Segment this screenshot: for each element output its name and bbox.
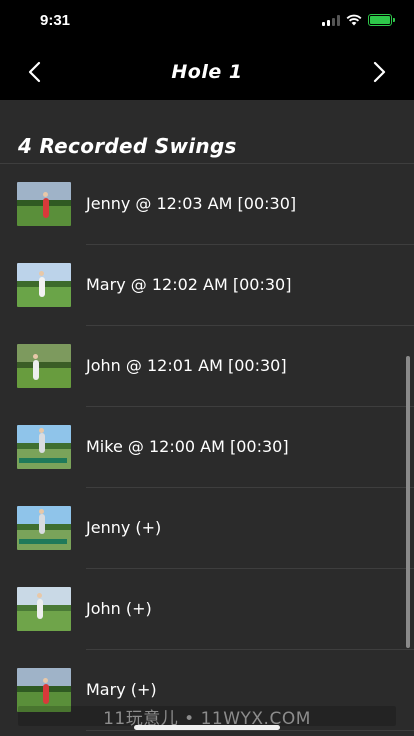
swing-label: Mary @ 12:02 AM [00:30] bbox=[86, 275, 292, 294]
scrollbar[interactable] bbox=[406, 356, 410, 648]
swings-list: Jenny @ 12:03 AM [00:30] Mary @ 12:02 AM… bbox=[0, 164, 414, 731]
section-header: 4 Recorded Swings bbox=[18, 134, 237, 158]
swing-row[interactable]: John @ 12:01 AM [00:30] bbox=[0, 326, 414, 407]
home-indicator[interactable] bbox=[134, 725, 280, 730]
swing-row[interactable]: Jenny (+) bbox=[0, 488, 414, 569]
swing-thumbnail bbox=[17, 425, 71, 469]
battery-charging-icon bbox=[368, 14, 395, 26]
swings-list-view[interactable]: 4 Recorded Swings Jenny @ 12:03 AM [00:3… bbox=[0, 100, 414, 736]
status-time: 9:31 bbox=[40, 12, 71, 29]
wifi-icon bbox=[346, 14, 362, 26]
swing-thumbnail bbox=[17, 587, 71, 631]
cellular-signal-icon bbox=[322, 14, 340, 26]
swing-label: John @ 12:01 AM [00:30] bbox=[86, 356, 287, 375]
swing-label: Mary (+) bbox=[86, 680, 157, 699]
swing-label: John (+) bbox=[86, 599, 152, 618]
page-title: Hole 1 bbox=[171, 61, 243, 83]
nav-bar: Hole 1 bbox=[0, 44, 414, 100]
swing-thumbnail bbox=[17, 344, 71, 388]
swing-thumbnail bbox=[17, 506, 71, 550]
swing-label: Mike @ 12:00 AM [00:30] bbox=[86, 437, 289, 456]
swing-thumbnail bbox=[17, 182, 71, 226]
swing-label: Jenny @ 12:03 AM [00:30] bbox=[86, 194, 297, 213]
status-bar: 9:31 bbox=[0, 0, 414, 44]
chevron-right-icon[interactable] bbox=[364, 58, 392, 86]
swing-row[interactable]: Mike @ 12:00 AM [00:30] bbox=[0, 407, 414, 488]
swing-row[interactable]: Jenny @ 12:03 AM [00:30] bbox=[0, 164, 414, 245]
swing-label: Jenny (+) bbox=[86, 518, 162, 537]
swing-row[interactable]: John (+) bbox=[0, 569, 414, 650]
status-icons bbox=[322, 14, 395, 26]
swing-thumbnail bbox=[17, 263, 71, 307]
swing-row[interactable]: Mary @ 12:02 AM [00:30] bbox=[0, 245, 414, 326]
